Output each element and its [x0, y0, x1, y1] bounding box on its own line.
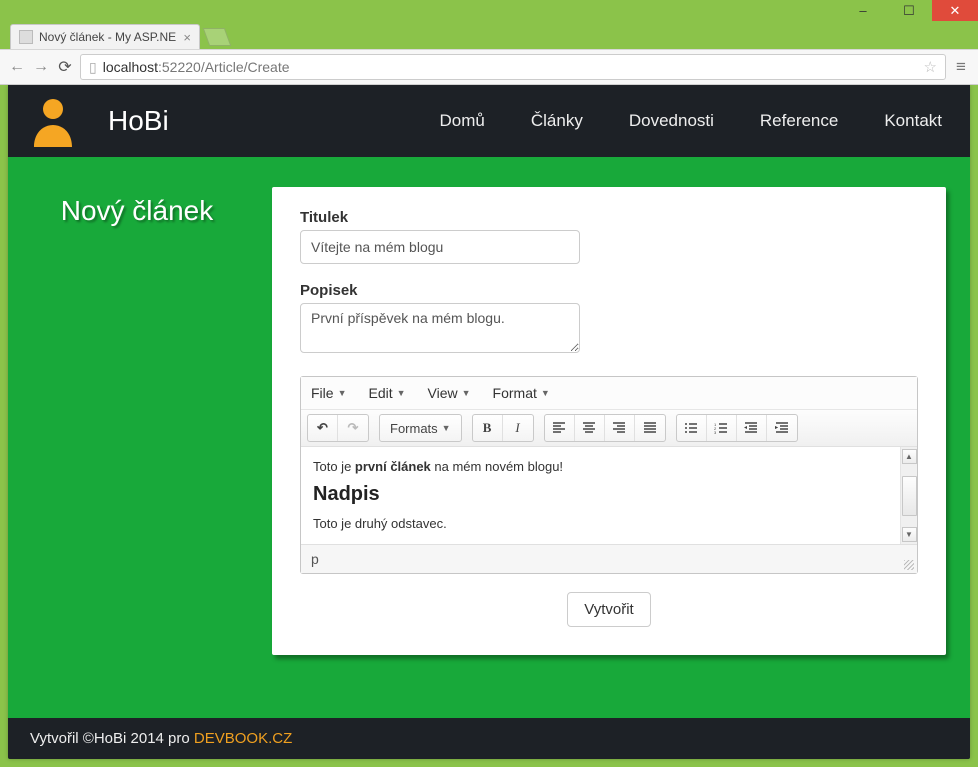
browser-tab[interactable]: Nový článek - My ASP.NE ×: [10, 24, 200, 49]
new-tab-button[interactable]: [203, 28, 232, 46]
page-root: HoBi Domů Články Dovednosti Reference Ko…: [8, 85, 970, 759]
os-window: – ☐ ✕ Nový článek - My ASP.NE × ← → ⟳ ▯ …: [0, 0, 978, 767]
align-justify-button[interactable]: [635, 415, 665, 441]
caret-icon: ▼: [541, 388, 550, 398]
url-port: :52220: [158, 59, 201, 75]
editor-menu-view[interactable]: View ▼: [428, 385, 471, 401]
page-icon: ▯: [89, 59, 97, 76]
nav-home[interactable]: Domů: [440, 111, 485, 131]
rich-editor: File ▼ Edit ▼ View ▼ Format ▼ ↶ ↷ Form: [300, 376, 918, 574]
italic-button[interactable]: I: [503, 415, 533, 441]
page-title: Nový článek: [32, 187, 242, 227]
address-bar[interactable]: ▯ localhost:52220/Article/Create ☆: [80, 54, 946, 80]
content-row: Nový článek Titulek Popisek První příspě…: [8, 157, 970, 718]
editor-heading: Nadpis: [313, 479, 888, 510]
reload-icon[interactable]: ⟳: [56, 57, 74, 77]
desc-input[interactable]: První příspěvek na mém blogu.: [300, 303, 580, 353]
form-card: Titulek Popisek První příspěvek na mém b…: [272, 187, 946, 655]
footer-text: Vytvořil ©HoBi 2014 pro: [30, 730, 194, 747]
forward-icon[interactable]: →: [32, 58, 50, 76]
number-list-button[interactable]: 123: [707, 415, 737, 441]
nav-references[interactable]: Reference: [760, 111, 838, 131]
main-nav: Domů Články Dovednosti Reference Kontakt: [440, 111, 950, 131]
field-desc-group: Popisek První příspěvek na mém blogu.: [300, 282, 918, 358]
tab-title: Nový článek - My ASP.NE: [39, 30, 177, 44]
editor-menubar: File ▼ Edit ▼ View ▼ Format ▼: [301, 377, 917, 410]
desc-label: Popisek: [300, 282, 918, 299]
editor-toolbar: ↶ ↷ Formats ▼ B I: [301, 410, 917, 447]
nav-articles[interactable]: Články: [531, 111, 583, 131]
indent-button[interactable]: [767, 415, 797, 441]
caret-icon: ▼: [397, 388, 406, 398]
chrome-menu-icon[interactable]: ≡: [952, 57, 970, 77]
url-host: localhost: [103, 59, 158, 75]
resize-grip-icon[interactable]: [904, 560, 914, 570]
bookmark-star-icon[interactable]: ☆: [924, 58, 937, 76]
caret-icon: ▼: [462, 388, 471, 398]
editor-para-1: Toto je první článek na mém novém blogu!: [313, 457, 888, 477]
align-right-button[interactable]: [605, 415, 635, 441]
bold-button[interactable]: B: [473, 415, 503, 441]
editor-menu-format[interactable]: Format ▼: [493, 385, 550, 401]
editor-scrollbar[interactable]: ▲ ▼: [900, 447, 917, 544]
title-input[interactable]: [300, 230, 580, 264]
align-center-button[interactable]: [575, 415, 605, 441]
url-path: /Article/Create: [201, 59, 290, 75]
formats-dropdown[interactable]: Formats ▼: [380, 415, 461, 441]
browser-viewport: HoBi Domů Články Dovednosti Reference Ko…: [0, 85, 978, 767]
window-titlebar: – ☐ ✕: [0, 0, 978, 23]
caret-icon: ▼: [338, 388, 347, 398]
avatar-icon: [28, 95, 78, 147]
svg-text:3: 3: [714, 430, 717, 435]
tab-close-icon[interactable]: ×: [183, 30, 191, 45]
scroll-up-icon[interactable]: ▲: [902, 449, 917, 464]
redo-button[interactable]: ↷: [338, 415, 368, 441]
browser-toolbar: ← → ⟳ ▯ localhost:52220/Article/Create ☆…: [0, 49, 978, 85]
caret-icon: ▼: [442, 423, 451, 433]
minimize-button[interactable]: –: [840, 0, 886, 21]
brand[interactable]: HoBi: [108, 105, 169, 137]
editor-menu-file[interactable]: File ▼: [311, 385, 346, 401]
favicon-icon: [19, 30, 33, 44]
scroll-down-icon[interactable]: ▼: [902, 527, 917, 542]
browser-tabstrip: Nový článek - My ASP.NE ×: [0, 23, 978, 49]
page-footer: Vytvořil ©HoBi 2014 pro DEVBOOK.CZ: [8, 718, 970, 759]
title-label: Titulek: [300, 209, 918, 226]
nav-skills[interactable]: Dovednosti: [629, 111, 714, 131]
close-button[interactable]: ✕: [932, 0, 978, 21]
editor-content[interactable]: Toto je první článek na mém novém blogu!…: [301, 447, 900, 544]
window-buttons: – ☐ ✕: [840, 0, 978, 21]
align-left-button[interactable]: [545, 415, 575, 441]
editor-menu-edit[interactable]: Edit ▼: [368, 385, 405, 401]
outdent-button[interactable]: [737, 415, 767, 441]
nav-contact[interactable]: Kontakt: [884, 111, 942, 131]
maximize-button[interactable]: ☐: [886, 0, 932, 21]
bullet-list-button[interactable]: [677, 415, 707, 441]
create-button[interactable]: Vytvořit: [567, 592, 650, 627]
editor-path[interactable]: p: [301, 544, 917, 573]
field-title-group: Titulek: [300, 209, 918, 264]
submit-wrap: Vytvořit: [300, 592, 918, 627]
undo-button[interactable]: ↶: [308, 415, 338, 441]
editor-body: Toto je první článek na mém novém blogu!…: [301, 447, 917, 544]
scroll-thumb[interactable]: [902, 476, 917, 516]
app-header: HoBi Domů Články Dovednosti Reference Ko…: [8, 85, 970, 157]
back-icon[interactable]: ←: [8, 58, 26, 76]
editor-para-2: Toto je druhý odstavec.: [313, 514, 888, 534]
footer-link[interactable]: DEVBOOK.CZ: [194, 730, 292, 747]
